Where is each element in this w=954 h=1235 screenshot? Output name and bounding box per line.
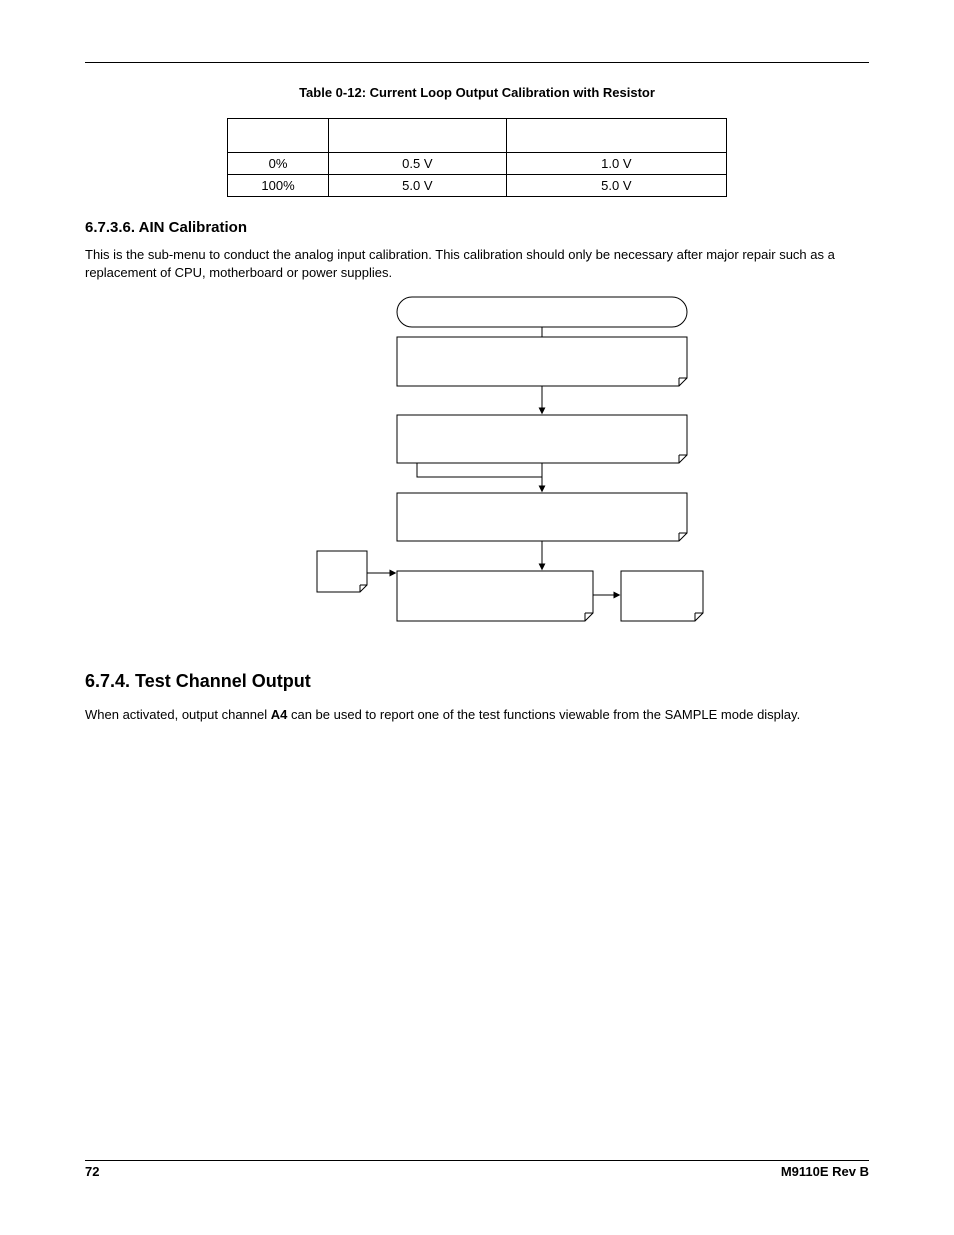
para-text-pre: When activated, output channel (85, 707, 271, 722)
table-header-blank-0 (228, 119, 329, 153)
footer-rule (85, 1160, 869, 1161)
table-caption: Table 0-12: Current Loop Output Calibrat… (85, 85, 869, 100)
page-footer: 72 M9110E Rev B (85, 1160, 869, 1179)
table-cell: 1.0 V (506, 153, 726, 175)
table-cell: 5.0 V (506, 175, 726, 197)
doc-revision: M9110E Rev B (781, 1164, 869, 1179)
ain-calibration-heading: 6.7.3.6. AIN Calibration (85, 219, 869, 236)
table-cell: 0% (228, 153, 329, 175)
table-cell: 100% (228, 175, 329, 197)
test-channel-output-paragraph: When activated, output channel A4 can be… (85, 706, 869, 724)
table-cell: 0.5 V (329, 153, 507, 175)
table-cell: 5.0 V (329, 175, 507, 197)
table-row: 0% 0.5 V 1.0 V (228, 153, 727, 175)
top-rule (85, 62, 869, 63)
table-header-blank-1 (329, 119, 507, 153)
para-text-bold: A4 (271, 707, 288, 722)
flowchart (247, 295, 707, 637)
page-number: 72 (85, 1164, 99, 1179)
table-header-blank-2 (506, 119, 726, 153)
ain-calibration-paragraph: This is the sub-menu to conduct the anal… (85, 246, 869, 281)
calibration-table: 0% 0.5 V 1.0 V 100% 5.0 V 5.0 V (227, 118, 727, 197)
table-row: 100% 5.0 V 5.0 V (228, 175, 727, 197)
test-channel-output-heading: 6.7.4. Test Channel Output (85, 671, 869, 692)
para-text-post: can be used to report one of the test fu… (287, 707, 800, 722)
